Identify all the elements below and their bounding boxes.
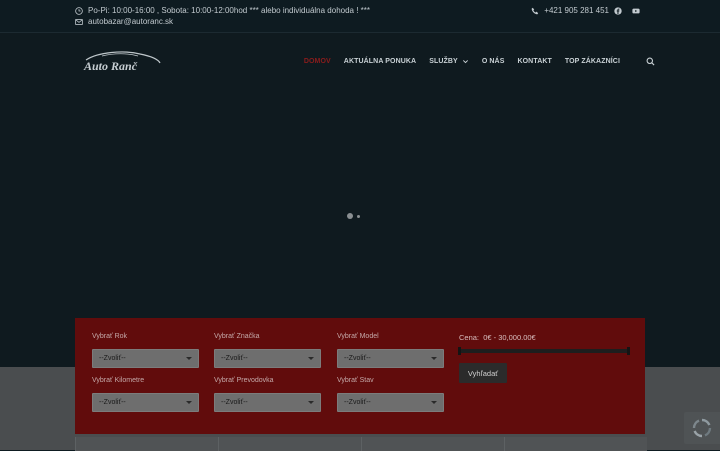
main-nav: DOMOV AKTUÁLNA PONUKA SLUŽBY O NÁS KONTA… [291,57,655,66]
field-condition: Vybrať Stav --Zvoliť-- [337,377,444,412]
field-label: Vybrať Stav [337,377,374,384]
year-select[interactable]: --Zvoliť-- [92,349,199,368]
field-brand: Vybrať Značka --Zvoliť-- [214,333,321,368]
logo-text: Auto Ranč [83,59,138,73]
field-label: Vybrať Model [337,333,379,340]
price-range-label: Cena: 0€ - 30,000.00€ [459,333,536,342]
email-contact[interactable]: autobazar@autoranc.sk [75,17,173,26]
phone-icon [531,7,539,14]
caret-down-icon [186,401,192,404]
caret-down-icon [431,357,437,360]
recaptcha-icon [692,418,712,438]
phone-social: +421 905 281 451 [531,6,645,15]
caret-down-icon [186,357,192,360]
opening-hours: Po-Pi: 10:00-16:00 , Sobota: 10:00-12:00… [75,6,370,15]
price-slider[interactable] [458,347,630,355]
phone-number[interactable]: +421 905 281 451 [544,6,609,15]
field-kilometers: Vybrať Kilometre --Zvoliť-- [92,377,199,412]
field-year: Vybrať Rok --Zvoliť-- [92,333,199,368]
top-bar: Po-Pi: 10:00-16:00 , Sobota: 10:00-12:00… [0,0,720,33]
facebook-icon[interactable] [614,6,622,15]
nav-item-kontakt[interactable]: KONTAKT [517,58,551,65]
envelope-icon [75,18,83,25]
condition-select[interactable]: --Zvoliť-- [337,393,444,412]
brand-select[interactable]: --Zvoliť-- [214,349,321,368]
field-label: Vybrať Rok [92,333,128,340]
caret-down-icon [308,357,314,360]
car-logo-icon: Auto Ranč [83,51,161,73]
kilometers-select[interactable]: --Zvoliť-- [92,393,199,412]
chevron-down-icon [462,60,468,64]
email-link[interactable]: autobazar@autoranc.sk [88,17,173,26]
site-logo[interactable]: Auto Ranč [80,50,164,74]
content-card [218,437,361,451]
vehicle-search-panel: Vybrať Rok --Zvoliť-- Vybrať Značka --Zv… [75,318,645,434]
nav-item-top-zakaznici[interactable]: TOP ZÁKAZNÍCI [565,58,620,65]
hero-slider [0,33,720,367]
nav-item-o-nas[interactable]: O NÁS [482,58,505,65]
opening-hours-text: Po-Pi: 10:00-16:00 , Sobota: 10:00-12:00… [88,6,370,15]
transmission-select[interactable]: --Zvoliť-- [214,393,321,412]
content-card [361,437,504,451]
nav-item-aktualna-ponuka[interactable]: AKTUÁLNA PONUKA [344,58,416,65]
youtube-icon[interactable] [632,7,640,15]
slider-loader [347,213,360,219]
content-card [75,437,218,451]
field-model: Vybrať Model --Zvoliť-- [337,333,444,368]
field-label: Vybrať Kilometre [92,377,145,384]
caret-down-icon [431,401,437,404]
model-select[interactable]: --Zvoliť-- [337,349,444,368]
slider-handle-max[interactable] [627,347,630,355]
clock-icon [75,6,83,15]
slider-handle-min[interactable] [458,347,461,355]
caret-down-icon [308,401,314,404]
search-icon[interactable] [646,57,655,66]
loader-dot [357,214,360,218]
recaptcha-badge[interactable] [684,412,720,444]
search-submit-button[interactable]: Vyhľadať [459,363,507,383]
loader-dot [347,213,353,219]
field-label: Vybrať Prevodovka [214,377,274,384]
content-card [504,437,647,451]
field-transmission: Vybrať Prevodovka --Zvoliť-- [214,377,321,412]
nav-item-domov[interactable]: DOMOV [304,58,331,65]
nav-item-sluzby[interactable]: SLUŽBY [429,58,469,65]
field-label: Vybrať Značka [214,333,260,340]
price-range-value: 0€ - 30,000.00€ [483,333,536,342]
price-label: Cena: [459,333,480,342]
